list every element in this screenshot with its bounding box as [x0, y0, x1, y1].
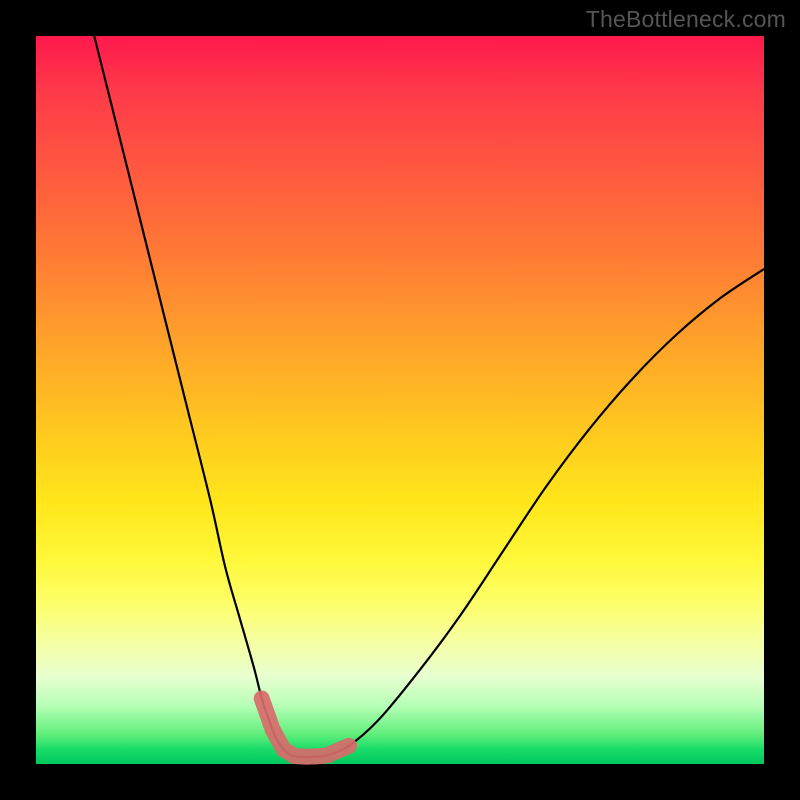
chart-svg — [36, 36, 764, 764]
bottleneck-curve — [94, 36, 764, 757]
chart-frame: TheBottleneck.com — [0, 0, 800, 800]
optimal-range-marker — [262, 699, 349, 757]
watermark-text: TheBottleneck.com — [586, 6, 786, 33]
